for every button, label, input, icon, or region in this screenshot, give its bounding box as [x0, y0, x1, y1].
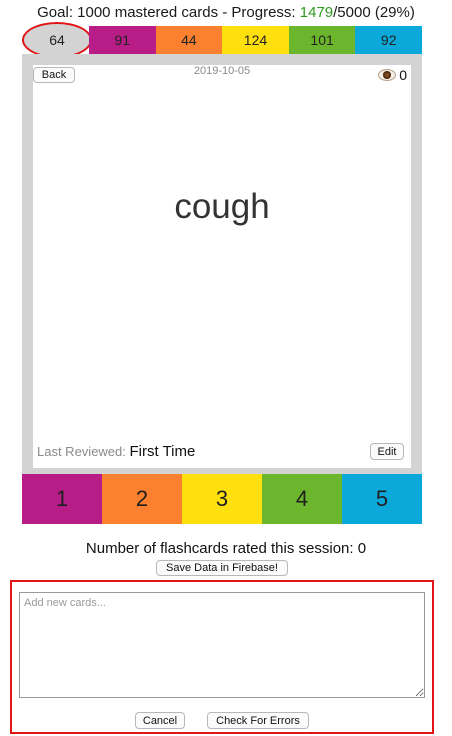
goal-progress-text: Goal: 1000 mastered cards - Progress: 14…	[0, 4, 452, 21]
session-count: Number of flashcards rated this session:…	[85, 540, 367, 557]
add-cards-textarea[interactable]	[19, 592, 425, 698]
views-count: 0	[399, 67, 407, 83]
flashcard[interactable]: Back 2019-10-05 0 cough Last Reviewed: F…	[33, 65, 411, 468]
flashcard-frame: Back 2019-10-05 0 cough Last Reviewed: F…	[22, 54, 422, 474]
save-firebase-button[interactable]: Save Data in Firebase!	[156, 560, 288, 576]
deck-level-strip: 64 91 44 124 101 92	[22, 22, 422, 58]
eye-icon	[378, 69, 397, 81]
level-cell-2[interactable]: 44	[155, 26, 223, 54]
card-word: cough	[174, 187, 270, 226]
edit-button[interactable]: Edit	[370, 443, 404, 460]
level-cell-5[interactable]: 92	[355, 26, 422, 54]
last-reviewed-label: Last Reviewed:	[37, 444, 126, 459]
level-cell-3[interactable]: 124	[222, 26, 289, 54]
rating-button-5[interactable]: 5	[342, 474, 422, 524]
progress-value: 1479	[299, 4, 334, 21]
last-reviewed: Last Reviewed: First Time	[37, 443, 195, 460]
card-date: 2019-10-05	[193, 65, 251, 77]
cancel-button[interactable]: Cancel	[135, 712, 185, 729]
level-cell-4[interactable]: 101	[288, 26, 356, 54]
rating-bar: 1 2 3 4 5	[22, 474, 422, 524]
check-errors-button[interactable]: Check For Errors	[207, 712, 309, 729]
rating-button-3[interactable]: 3	[182, 474, 262, 524]
last-reviewed-value: First Time	[129, 443, 196, 460]
rating-button-2[interactable]: 2	[102, 474, 182, 524]
level-cell-0[interactable]: 64	[22, 22, 92, 58]
views-counter: 0	[378, 67, 407, 83]
rating-button-4[interactable]: 4	[262, 474, 342, 524]
rating-button-1[interactable]: 1	[22, 474, 102, 524]
goal-suffix: /5000 (29%)	[333, 4, 415, 21]
add-cards-panel: Cancel Check For Errors	[10, 580, 434, 734]
goal-prefix: Goal: 1000 mastered cards - Progress:	[37, 4, 300, 21]
level-cell-1[interactable]: 91	[88, 26, 156, 54]
